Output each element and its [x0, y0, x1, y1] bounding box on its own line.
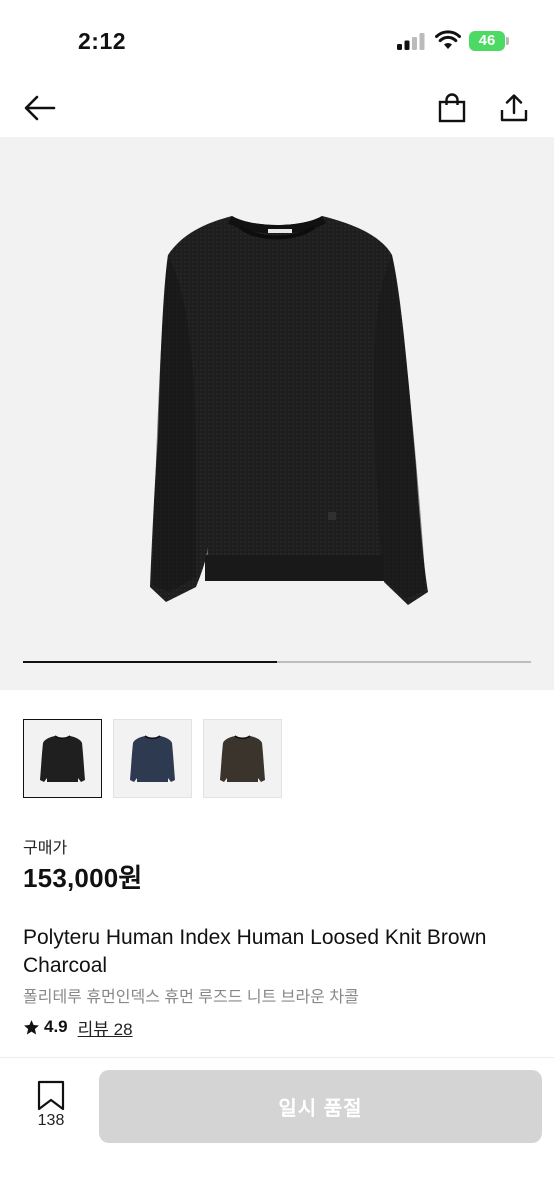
share-button[interactable] [494, 88, 534, 128]
product-subtitle: 폴리테루 휴먼인덱스 휴먼 루즈드 니트 브라운 차콜 [23, 989, 359, 1006]
cellular-signal-icon [397, 33, 425, 50]
sweater-image [150, 216, 428, 605]
thumbnail-sweater-image [130, 735, 175, 782]
star-icon [24, 1019, 39, 1034]
wish-count: 138 [37, 1112, 65, 1129]
carousel-progress [23, 661, 531, 663]
shopping-bag-icon [438, 93, 466, 123]
sold-out-button[interactable]: 일시 품절 [99, 1070, 542, 1143]
battery-level: 46 [478, 32, 496, 49]
thumbnail-sweater-image [220, 735, 265, 782]
wifi-icon [435, 30, 461, 49]
product-image-carousel[interactable] [0, 137, 554, 690]
thumbnail-strip [23, 719, 423, 798]
carousel-progress-fill [23, 661, 277, 663]
price-label: 구매가 [23, 840, 68, 857]
wishlist-button[interactable]: 138 [30, 1080, 72, 1132]
divider [0, 1057, 554, 1058]
back-button[interactable] [20, 88, 60, 128]
product-title: Polyteru Human Index Human Loosed Knit B… [23, 926, 487, 977]
status-bar: 2:12 46 [0, 0, 554, 80]
review-link[interactable]: 리뷰 28 [78, 1015, 133, 1040]
rating-score: 4.9 [44, 1017, 68, 1036]
thumbnail-1[interactable] [23, 719, 102, 798]
battery-icon: 46 [469, 31, 509, 51]
shopping-bag-button[interactable] [432, 88, 472, 128]
thumbnail-3[interactable] [203, 719, 282, 798]
thumbnail-2[interactable] [113, 719, 192, 798]
thumbnail-sweater-image [40, 735, 85, 782]
price: 153,000원 [23, 863, 143, 893]
nav-bar [0, 80, 554, 136]
status-time: 2:12 [78, 28, 127, 54]
arrow-left-icon [24, 95, 56, 121]
rating-row: 4.9 리뷰 28 [23, 1015, 133, 1039]
share-icon [500, 94, 528, 122]
bookmark-icon [37, 1080, 65, 1111]
